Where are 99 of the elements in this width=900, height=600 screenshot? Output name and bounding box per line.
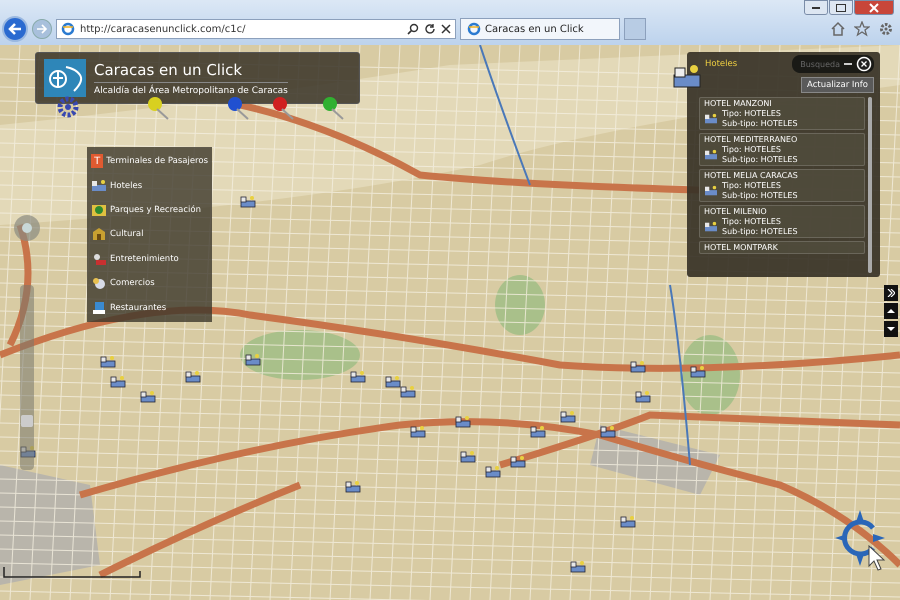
browser-tab[interactable]: Caracas en un Click	[460, 18, 620, 40]
cursor-icon	[868, 545, 888, 571]
stop-icon[interactable]	[441, 24, 451, 34]
hotel-marker-icon[interactable]	[240, 195, 256, 209]
back-arrow-icon	[7, 21, 23, 37]
hotel-list-item[interactable]: HOTEL MONTPARK	[699, 241, 865, 254]
hotel-list-item[interactable]: HOTEL MANZONI Tipo: HOTELES Sub-tipo: HOTELES	[699, 97, 865, 130]
hotel-marker-icon[interactable]	[620, 515, 636, 529]
hotel-icon	[704, 184, 718, 196]
settings-icon[interactable]	[878, 21, 894, 37]
hotel-name: HOTEL MANZONI	[704, 99, 773, 108]
star-icon[interactable]	[854, 21, 870, 37]
minimize-button[interactable]	[804, 0, 828, 15]
close-button[interactable]	[854, 0, 894, 15]
forward-arrow-icon	[36, 23, 48, 35]
hotel-marker-icon[interactable]	[600, 425, 616, 439]
category-item[interactable]: Hoteles	[91, 178, 208, 193]
category-item[interactable]: Cultural	[91, 227, 208, 242]
close-icon[interactable]	[856, 56, 872, 72]
back-button[interactable]	[2, 16, 28, 42]
page-icon	[61, 22, 75, 36]
hotel-icon	[704, 112, 718, 124]
double-chevron-icon	[887, 289, 895, 297]
close-icon	[869, 2, 879, 12]
restaurant-icon	[91, 300, 107, 315]
scale-bar-icon	[3, 565, 143, 579]
maximize-button[interactable]	[829, 0, 853, 15]
scrollbar[interactable]	[868, 97, 872, 273]
hotel-marker-icon[interactable]	[350, 370, 366, 384]
hotel-type: Tipo: HOTELES	[722, 109, 782, 118]
hotel-marker-icon[interactable]	[460, 450, 476, 464]
hotel-name: HOTEL MELIA CARACAS	[704, 171, 799, 180]
park-icon	[91, 203, 107, 218]
pan-control-icon[interactable]	[12, 213, 42, 243]
down-triangle-icon	[887, 325, 895, 333]
search-icon[interactable]	[407, 23, 419, 35]
hotel-marker-icon[interactable]	[455, 415, 471, 429]
category-item[interactable]: Comercios	[91, 276, 208, 290]
hotel-type: Tipo: HOTELES	[722, 145, 782, 154]
address-field[interactable]: http://caracasenunclick.com/c1c/	[56, 19, 456, 39]
pushpin-icon[interactable]	[270, 95, 296, 121]
hotel-marker-icon[interactable]	[385, 375, 401, 389]
hotel-list-item[interactable]: HOTEL MILENIO Tipo: HOTELES Sub-tipo: HOTELES	[699, 205, 865, 238]
hotel-marker-icon[interactable]	[690, 365, 706, 379]
pushpin-icon[interactable]	[225, 95, 251, 121]
url-text: http://caracasenunclick.com/c1c/	[80, 24, 246, 34]
hotel-subtype: Sub-tipo: HOTELES	[722, 227, 798, 236]
hotel-marker-icon[interactable]	[485, 465, 501, 479]
hotel-subtype: Sub-tipo: HOTELES	[722, 119, 798, 128]
hotel-list-item[interactable]: HOTEL MEDITERRANEO Tipo: HOTELES Sub-tipo: HOTELES	[699, 133, 865, 166]
hotel-icon	[704, 148, 718, 160]
hotel-marker-icon[interactable]	[570, 560, 586, 574]
scroll-down-button[interactable]	[884, 321, 898, 337]
pushpin-icon[interactable]	[320, 95, 346, 121]
hotel-subtype: Sub-tipo: HOTELES	[722, 191, 798, 200]
app-subtitle: Alcaldía del Área Metropolitana de Caracas	[94, 82, 288, 96]
hotel-marker-icon[interactable]	[560, 410, 576, 424]
gear-icon[interactable]	[55, 95, 81, 119]
scroll-up-button[interactable]	[884, 303, 898, 319]
hotel-type: Tipo: HOTELES	[722, 217, 782, 226]
panel-title: Hoteles	[705, 59, 738, 69]
hotel-marker-icon[interactable]	[400, 385, 416, 399]
hotel-marker-icon[interactable]	[245, 353, 261, 367]
update-info-button[interactable]: Actualizar Info	[801, 77, 874, 93]
home-icon[interactable]	[830, 21, 846, 37]
refresh-icon[interactable]	[424, 23, 436, 35]
building-icon	[91, 227, 107, 242]
hotel-icon	[91, 178, 107, 193]
hotel-marker-icon[interactable]	[185, 370, 201, 384]
hotel-type: Tipo: HOTELES	[722, 181, 782, 190]
hotel-marker-icon[interactable]	[20, 445, 36, 459]
pushpin-icon[interactable]	[145, 95, 171, 121]
logo-icon	[44, 59, 86, 97]
hotel-marker-icon[interactable]	[510, 455, 526, 469]
hotel-icon	[704, 220, 718, 232]
category-item[interactable]: T Terminales de Pasajeros	[91, 154, 208, 168]
hotel-marker-icon[interactable]	[410, 425, 426, 439]
category-item[interactable]: Parques y Recreación	[91, 203, 208, 218]
entertainment-icon	[91, 252, 107, 266]
app-title: Caracas en un Click	[94, 60, 244, 78]
hotel-name: HOTEL MEDITERRANEO	[704, 135, 798, 144]
up-triangle-icon	[887, 307, 895, 315]
expand-button[interactable]	[884, 285, 898, 301]
hotel-marker-icon[interactable]	[345, 480, 361, 494]
hotel-marker-icon[interactable]	[140, 390, 156, 404]
hotel-name: HOTEL MONTPARK	[704, 243, 779, 252]
category-item[interactable]: Restaurantes	[91, 300, 208, 315]
shopping-icon	[91, 276, 107, 290]
zoom-slider[interactable]	[20, 285, 34, 470]
category-item[interactable]: Entretenimiento	[91, 252, 208, 266]
hotel-marker-icon[interactable]	[630, 360, 646, 374]
hotel-name: HOTEL MILENIO	[704, 207, 768, 216]
page-icon	[467, 22, 481, 36]
hotel-subtype: Sub-tipo: HOTELES	[722, 155, 798, 164]
hotel-marker-icon[interactable]	[100, 355, 116, 369]
hotel-marker-icon[interactable]	[110, 375, 126, 389]
hotel-marker-icon[interactable]	[530, 425, 546, 439]
hotel-list-item[interactable]: HOTEL MELIA CARACAS Tipo: HOTELES Sub-tipo: HOTELES	[699, 169, 865, 202]
hotel-marker-icon[interactable]	[635, 390, 651, 404]
